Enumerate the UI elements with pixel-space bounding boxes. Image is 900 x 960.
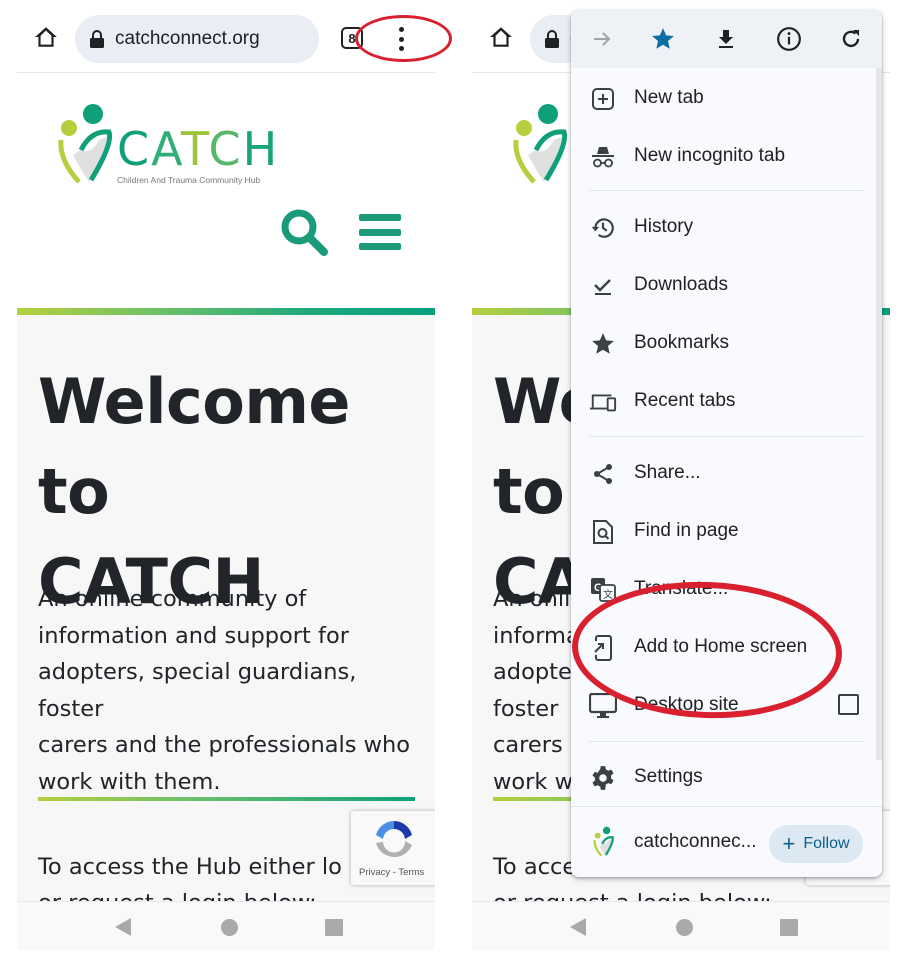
bookmarks-icon xyxy=(589,330,617,358)
menu-separator xyxy=(589,436,863,437)
header-gradient-bar xyxy=(17,308,435,315)
home-circle-icon[interactable] xyxy=(221,919,238,936)
menu-item-label: Find in page xyxy=(634,520,739,541)
svg-text:文: 文 xyxy=(603,588,613,601)
menu-item-find-in-page[interactable]: Find in page xyxy=(571,506,870,556)
menu-item-bookmarks[interactable]: Bookmarks xyxy=(571,318,870,368)
translate-icon: G文 xyxy=(589,576,617,604)
follow-label: Follow xyxy=(803,835,850,852)
hero-line: adopters, special guardians, foster xyxy=(38,659,357,722)
home-icon[interactable] xyxy=(488,24,514,50)
site-name: catchconnec... xyxy=(634,831,757,852)
back-icon[interactable] xyxy=(115,918,131,936)
android-nav-bar xyxy=(17,901,435,950)
new-tab-icon xyxy=(589,85,617,113)
catch-logo-icon xyxy=(58,104,113,184)
menu-item-recent-tabs[interactable]: Recent tabs xyxy=(571,376,870,426)
menu-item-label: Settings xyxy=(634,766,703,787)
history-icon xyxy=(589,214,617,242)
menu-item-add-to-home-screen[interactable]: Add to Home screen xyxy=(571,622,870,672)
menu-item-share[interactable]: Share... xyxy=(571,448,870,498)
address-bar[interactable]: catchconnect.org xyxy=(75,15,319,63)
browser-toolbar: catchconnect.org 8 xyxy=(17,0,435,73)
menu-item-label: New incognito tab xyxy=(634,145,786,166)
logo-letter: T xyxy=(181,122,209,176)
menu-item-label: New tab xyxy=(634,87,704,108)
hero-description: An online community of information and s… xyxy=(38,581,428,800)
menu-item-label: Downloads xyxy=(634,274,728,295)
home-circle-icon[interactable] xyxy=(676,919,693,936)
phone-screen-left: catchconnect.org 8 CATCH Children And Tr… xyxy=(17,0,435,950)
recents-square-icon[interactable] xyxy=(780,919,798,936)
recent-tabs-icon xyxy=(589,388,617,416)
menu-item-desktop-site[interactable]: Desktop site xyxy=(571,680,870,730)
menu-follow-row: catchconnec... + Follow xyxy=(571,806,882,877)
hamburger-menu-icon[interactable] xyxy=(359,214,401,250)
incognito-icon xyxy=(589,143,617,171)
follow-button[interactable]: + Follow xyxy=(769,825,863,863)
browser-overflow-menu: New tab New incognito tab History Downlo… xyxy=(571,10,882,877)
info-icon[interactable] xyxy=(774,24,804,54)
hero-line: information and support for xyxy=(38,622,349,649)
android-nav-bar xyxy=(472,901,890,950)
menu-item-new-tab[interactable]: New tab xyxy=(571,73,870,123)
menu-item-new-incognito-tab[interactable]: New incognito tab xyxy=(571,131,870,181)
menu-item-label: Translate... xyxy=(634,578,729,599)
logo-letter: C xyxy=(117,122,152,176)
menu-item-label: Bookmarks xyxy=(634,332,730,353)
site-favicon xyxy=(593,826,614,857)
plus-icon: + xyxy=(782,831,796,856)
access-line: To access the Hub either lo xyxy=(38,854,342,880)
url-text: catchconnect.org xyxy=(115,28,260,49)
more-options-icon[interactable] xyxy=(391,24,411,54)
forward-icon[interactable] xyxy=(587,24,617,54)
recaptcha-badge[interactable]: Privacy - Terms xyxy=(351,811,435,885)
tab-switcher-button[interactable]: 8 xyxy=(341,27,363,49)
find-in-page-icon xyxy=(589,518,617,546)
desktop-site-checkbox[interactable] xyxy=(838,694,859,715)
bookmark-star-icon[interactable] xyxy=(648,24,678,54)
search-icon[interactable] xyxy=(279,207,331,259)
downloads-icon xyxy=(589,272,617,300)
lock-icon xyxy=(545,30,559,48)
content-divider xyxy=(38,797,415,801)
menu-item-translate[interactable]: G文 Translate... xyxy=(571,564,870,614)
menu-item-label: Recent tabs xyxy=(634,390,736,411)
hero-line: work with them. xyxy=(38,768,221,795)
menu-item-label: Desktop site xyxy=(634,694,739,715)
logo-wordmark: CATCH xyxy=(117,122,279,176)
menu-item-label: Add to Home screen xyxy=(634,636,808,657)
desktop-icon xyxy=(589,692,617,720)
hero-line: carers and the professionals who xyxy=(38,732,411,758)
site-header: CATCH Children And Trauma Community Hub xyxy=(17,74,435,308)
hero-line: An online community of xyxy=(38,586,307,612)
share-icon xyxy=(589,460,617,488)
logo-letter: C xyxy=(208,122,243,176)
recaptcha-icon xyxy=(376,821,412,858)
logo-tagline: Children And Trauma Community Hub xyxy=(117,175,261,185)
download-icon[interactable] xyxy=(711,24,741,54)
back-icon[interactable] xyxy=(570,918,586,936)
logo-letter: A xyxy=(151,122,182,176)
logo-letter: H xyxy=(242,122,280,176)
menu-action-row xyxy=(571,10,882,68)
menu-item-settings[interactable]: Settings xyxy=(571,752,870,802)
recaptcha-links[interactable]: Privacy - Terms xyxy=(359,867,424,878)
add-to-home-icon xyxy=(589,634,617,662)
menu-separator xyxy=(589,190,863,191)
menu-item-history[interactable]: History xyxy=(571,202,870,252)
settings-icon xyxy=(589,764,617,792)
catch-logo[interactable]: CATCH Children And Trauma Community Hub xyxy=(51,100,291,190)
menu-item-downloads[interactable]: Downloads xyxy=(571,260,870,310)
recents-square-icon[interactable] xyxy=(325,919,343,936)
menu-item-label: Share... xyxy=(634,462,701,483)
menu-scrollbar[interactable] xyxy=(876,68,882,760)
lock-icon xyxy=(90,30,104,48)
menu-item-label: History xyxy=(634,216,694,237)
catch-logo-icon xyxy=(513,104,568,184)
home-icon[interactable] xyxy=(33,24,59,50)
hero-title-line: Welcome to xyxy=(38,365,350,528)
menu-separator xyxy=(589,741,863,742)
refresh-icon[interactable] xyxy=(836,24,866,54)
